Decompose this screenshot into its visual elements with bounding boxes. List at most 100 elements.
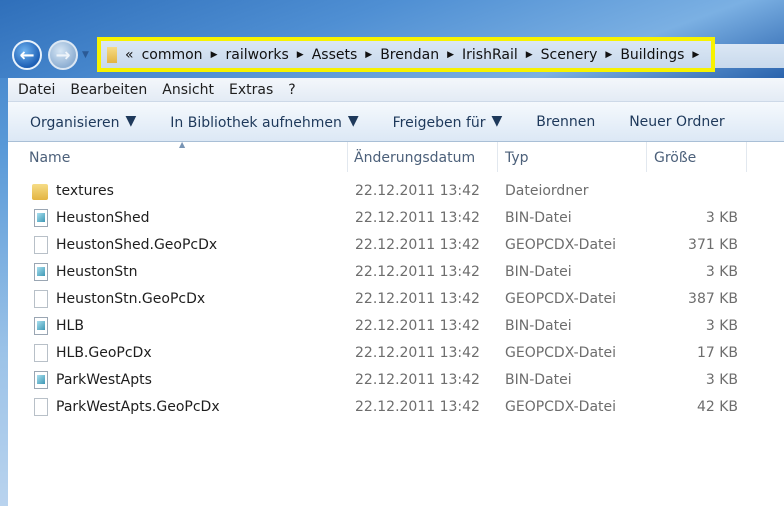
file-date: 22.12.2011 13:42	[355, 318, 480, 334]
file-size: 3 KB	[705, 264, 738, 280]
breadcrumb-chevron-icon[interactable]: ▶	[211, 50, 218, 60]
column-header: ▲ Name Änderungsdatum Typ Größe	[8, 140, 784, 174]
add-to-library-button[interactable]: In Bibliothek aufnehmen ▼	[170, 113, 358, 131]
file-date: 22.12.2011 13:42	[355, 264, 480, 280]
file-size: 17 KB	[696, 345, 738, 361]
menu-item[interactable]: ?	[288, 82, 295, 98]
file-row[interactable]: HeustonStn.GeoPcDx 22.12.2011 13:42 GEOP…	[8, 286, 748, 313]
bin-file-icon	[34, 371, 48, 389]
breadcrumb-item[interactable]: railworks	[225, 47, 288, 63]
document-icon	[34, 290, 48, 308]
file-date: 22.12.2011 13:42	[355, 399, 480, 415]
column-date[interactable]: Änderungsdatum	[354, 150, 475, 166]
file-date: 22.12.2011 13:42	[355, 210, 480, 226]
breadcrumb-chevron-icon[interactable]: ▶	[365, 50, 372, 60]
dropdown-caret-icon: ▼	[125, 112, 137, 129]
dropdown-caret-icon: ▼	[347, 112, 359, 129]
menu-item[interactable]: Datei	[18, 82, 55, 98]
address-bar[interactable]: « common ▶ railworks ▶ Assets ▶ Brendan ▶ IrishR…	[97, 37, 715, 72]
address-bar-extension[interactable]	[715, 44, 784, 68]
column-divider[interactable]	[646, 142, 647, 172]
file-row[interactable]: HLB.GeoPcDx 22.12.2011 13:42 GEOPCDX-Dat…	[8, 340, 748, 367]
file-name: textures	[56, 183, 114, 199]
file-name: HeustonStn.GeoPcDx	[56, 291, 206, 307]
column-name[interactable]: Name	[29, 150, 70, 166]
breadcrumb-item[interactable]: Scenery	[541, 47, 598, 63]
burn-button[interactable]: Brennen	[536, 114, 595, 130]
file-row[interactable]: ParkWestApts 22.12.2011 13:42 BIN-Datei …	[8, 367, 748, 394]
file-name: HLB.GeoPcDx	[56, 345, 152, 361]
breadcrumb-chevron-icon[interactable]: ▶	[526, 50, 533, 60]
bin-file-icon	[34, 317, 48, 335]
file-name: HLB	[56, 318, 84, 334]
menu-item[interactable]: Ansicht	[162, 82, 214, 98]
title-bar: ← → ▼ « common ▶ railworks ▶ Assets ▶ Brendan ▶…	[0, 0, 784, 78]
file-type: BIN-Datei	[505, 372, 572, 388]
breadcrumb-item[interactable]: Brendan	[380, 47, 439, 63]
recent-pages-dropdown[interactable]: ▼	[82, 50, 89, 60]
file-name: ParkWestApts.GeoPcDx	[56, 399, 220, 415]
breadcrumb-chevron-icon[interactable]: ▶	[605, 50, 612, 60]
menu-item[interactable]: Extras	[229, 82, 273, 98]
file-name: HeustonStn	[56, 264, 138, 280]
arrow-left-icon: ←	[19, 44, 35, 66]
bin-file-icon	[34, 209, 48, 227]
bin-file-icon	[34, 263, 48, 281]
file-row[interactable]: HeustonShed 22.12.2011 13:42 BIN-Datei 3…	[8, 205, 748, 232]
file-date: 22.12.2011 13:42	[355, 372, 480, 388]
file-name: HeustonShed.GeoPcDx	[56, 237, 218, 253]
breadcrumb-item[interactable]: IrishRail	[462, 47, 518, 63]
breadcrumb-chevron-icon[interactable]: ▶	[692, 50, 699, 60]
file-date: 22.12.2011 13:42	[355, 345, 480, 361]
folder-icon	[107, 46, 117, 63]
organize-button[interactable]: Organisieren ▼	[30, 113, 136, 131]
file-type: BIN-Datei	[505, 264, 572, 280]
file-row[interactable]: textures 22.12.2011 13:42 Dateiordner	[8, 178, 748, 205]
file-row[interactable]: HLB 22.12.2011 13:42 BIN-Datei 3 KB	[8, 313, 748, 340]
document-icon	[34, 344, 48, 362]
forward-button[interactable]: →	[48, 40, 78, 70]
menu-bar: Datei Bearbeiten Ansicht Extras?	[8, 78, 784, 102]
dropdown-caret-icon: ▼	[491, 112, 503, 129]
breadcrumb-item[interactable]: Buildings	[620, 47, 684, 63]
file-size: 371 KB	[688, 237, 738, 253]
file-type: GEOPCDX-Datei	[505, 237, 617, 253]
file-size: 387 KB	[688, 291, 738, 307]
document-icon	[34, 236, 48, 254]
column-divider[interactable]	[497, 142, 498, 172]
file-name: HeustonShed	[56, 210, 150, 226]
file-date: 22.12.2011 13:42	[355, 237, 480, 253]
file-name: ParkWestApts	[56, 372, 152, 388]
breadcrumb-overflow[interactable]: «	[125, 47, 134, 63]
breadcrumb-item[interactable]: common	[142, 47, 203, 63]
file-date: 22.12.2011 13:42	[355, 291, 480, 307]
folder-icon	[32, 184, 48, 200]
file-size: 42 KB	[696, 399, 738, 415]
file-type: GEOPCDX-Datei	[505, 399, 617, 415]
file-size: 3 KB	[705, 318, 738, 334]
document-icon	[34, 398, 48, 416]
file-size: 3 KB	[705, 210, 738, 226]
column-divider[interactable]	[746, 142, 747, 172]
new-folder-button[interactable]: Neuer Ordner	[629, 114, 724, 130]
file-row[interactable]: HeustonStn 22.12.2011 13:42 BIN-Datei 3 …	[8, 259, 748, 286]
file-size: 3 KB	[705, 372, 738, 388]
explorer-content: Datei Bearbeiten Ansicht Extras? Organisier…	[8, 78, 784, 506]
file-row[interactable]: ParkWestApts.GeoPcDx 22.12.2011 13:42 GE…	[8, 394, 748, 421]
file-type: Dateiordner	[505, 183, 589, 199]
file-type: GEOPCDX-Datei	[505, 291, 617, 307]
share-with-button[interactable]: Freigeben für ▼	[393, 113, 503, 131]
arrow-right-icon: →	[55, 44, 71, 66]
breadcrumb-chevron-icon[interactable]: ▶	[297, 50, 304, 60]
file-row[interactable]: HeustonShed.GeoPcDx 22.12.2011 13:42 GEO…	[8, 232, 748, 259]
back-button[interactable]: ←	[12, 40, 42, 70]
file-date: 22.12.2011 13:42	[355, 183, 480, 199]
breadcrumb-item[interactable]: Assets	[312, 47, 358, 63]
column-type[interactable]: Typ	[505, 150, 529, 166]
column-divider[interactable]	[347, 142, 348, 172]
column-size[interactable]: Größe	[654, 150, 696, 166]
file-type: BIN-Datei	[505, 318, 572, 334]
file-type: GEOPCDX-Datei	[505, 345, 617, 361]
breadcrumb-chevron-icon[interactable]: ▶	[447, 50, 454, 60]
menu-item[interactable]: Bearbeiten	[70, 82, 147, 98]
